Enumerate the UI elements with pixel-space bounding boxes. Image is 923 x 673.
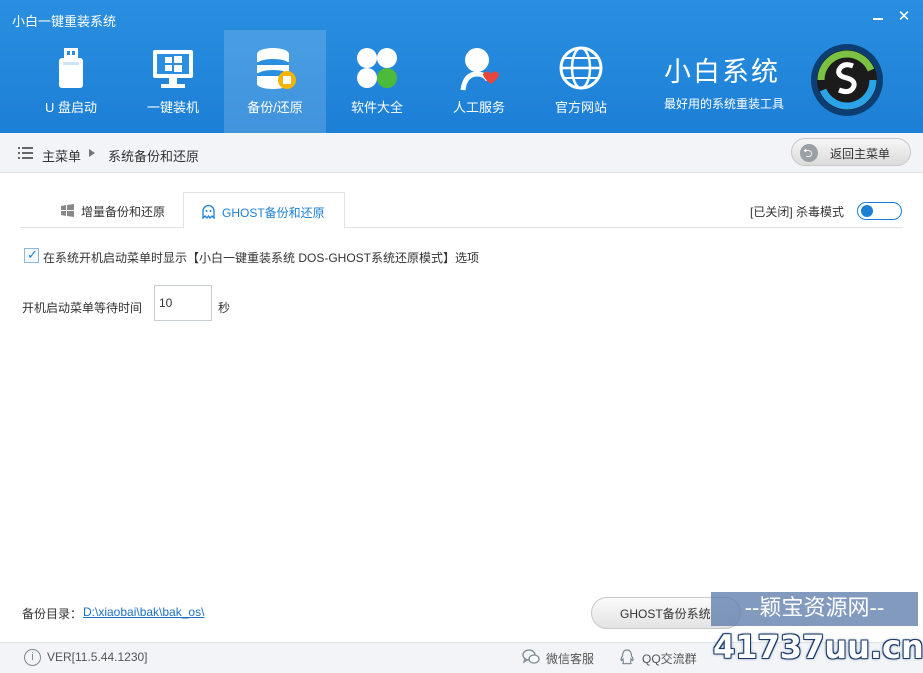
- nav-item-manual-service[interactable]: 人工服务: [428, 30, 530, 133]
- minimize-icon[interactable]: [867, 6, 889, 28]
- nav-item-software[interactable]: 软件大全: [326, 30, 428, 133]
- brand-tagline: 最好用的系统重装工具: [664, 97, 785, 111]
- back-arrow-icon: [800, 144, 818, 165]
- nav-item-backup-restore[interactable]: 备份/还原: [224, 30, 326, 133]
- nav-item-one-click-install[interactable]: 一键装机: [122, 30, 224, 133]
- wechat-icon[interactable]: [522, 648, 540, 666]
- info-icon: i: [24, 649, 41, 666]
- breadcrumb-current: 系统备份和还原: [108, 149, 200, 164]
- nav-item-usb-boot[interactable]: U 盘启动: [20, 30, 122, 133]
- tab-ghost-backup[interactable]: GHOST备份和还原: [183, 192, 345, 229]
- qq-icon[interactable]: [618, 648, 636, 666]
- antivirus-mode-toggle[interactable]: [857, 202, 902, 220]
- windows-icon: [61, 204, 74, 217]
- nav-label: 一键装机: [146, 100, 199, 115]
- qq-group-link[interactable]: QQ交流群: [642, 650, 697, 667]
- wait-time-unit: 秒: [218, 301, 231, 315]
- brand-name: 小白系统: [664, 57, 780, 88]
- window-controls: ✕: [867, 6, 915, 28]
- breadcrumb: 主菜单 系统备份和还原: [0, 133, 923, 173]
- app-logo-icon: [811, 44, 883, 116]
- app-header: 小白一键重装系统 ✕ U 盘启动 一键装机 备份/还原 软件大全 人工服务 官方…: [0, 0, 923, 133]
- watermark-line1: --颖宝资源网--: [711, 592, 918, 626]
- monitor-windows-icon: [153, 50, 193, 88]
- nav-label: U 盘启动: [44, 100, 97, 115]
- tab-incremental-backup[interactable]: 增量备份和还原: [56, 192, 184, 228]
- tab-label: GHOST备份和还原: [222, 206, 325, 220]
- main-nav: U 盘启动 一键装机 备份/还原 软件大全 人工服务 官方网站: [20, 30, 632, 133]
- nav-label: 软件大全: [350, 100, 403, 115]
- apps-grid-icon: [357, 48, 397, 88]
- globe-icon: [559, 46, 603, 90]
- watermark: --颖宝资源网-- 41737uu.cn: [711, 592, 923, 670]
- breadcrumb-arrow-icon: [89, 149, 95, 157]
- toggle-knob: [861, 205, 873, 217]
- window-title: 小白一键重装系统: [12, 14, 117, 29]
- usb-drive-icon: [59, 48, 83, 88]
- wait-time-input[interactable]: [154, 285, 212, 321]
- ghost-icon: [202, 204, 215, 219]
- wechat-support-link[interactable]: 微信客服: [546, 650, 594, 667]
- boot-menu-checkbox-label[interactable]: 在系统开机启动菜单时显示【小白一键重装系统 DOS-GHOST系统还原模式】选项: [43, 249, 479, 266]
- nav-label: 官方网站: [554, 100, 607, 115]
- back-button-label: 返回主菜单: [830, 147, 891, 161]
- watermark-line2: 41737uu.cn: [713, 628, 923, 666]
- nav-label: 备份/还原: [247, 100, 303, 115]
- back-to-main-button[interactable]: 返回主菜单: [791, 138, 911, 166]
- close-icon[interactable]: ✕: [893, 6, 915, 28]
- nav-item-official-site[interactable]: 官方网站: [530, 30, 632, 133]
- menu-list-icon: [18, 147, 33, 159]
- tab-label: 增量备份和还原: [81, 205, 166, 219]
- backup-dir-label: 备份目录：: [22, 607, 83, 621]
- boot-menu-checkbox[interactable]: [24, 247, 39, 263]
- wait-time-label: 开机启动菜单等待时间: [22, 301, 143, 315]
- support-person-icon: [460, 48, 499, 91]
- antivirus-mode-label: [已关闭] 杀毒模式: [750, 205, 845, 219]
- nav-label: 人工服务: [452, 100, 505, 115]
- backup-dir-link[interactable]: D:\xiaobai\bak\bak_os\: [83, 605, 204, 619]
- breadcrumb-home[interactable]: 主菜单: [42, 146, 81, 165]
- database-backup-icon: [257, 48, 296, 89]
- brand-block: 小白系统 最好用的系统重装工具: [664, 50, 784, 112]
- version-label: VER[11.5.44.1230]: [47, 650, 148, 664]
